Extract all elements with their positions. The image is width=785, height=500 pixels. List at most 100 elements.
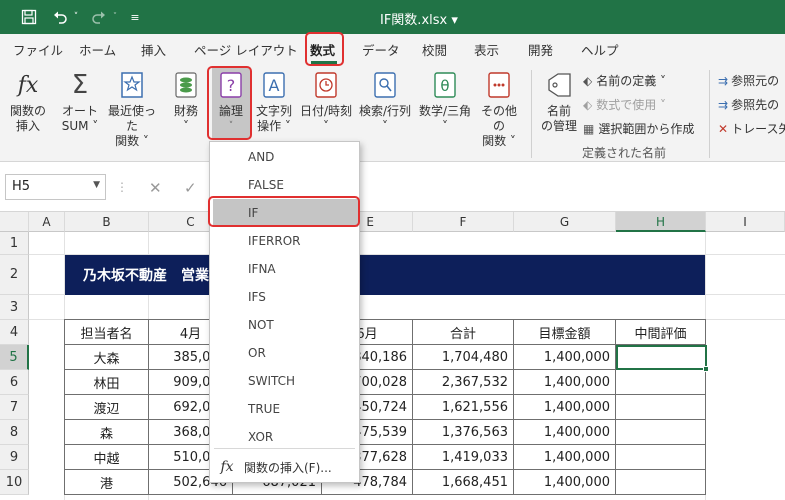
row-header[interactable]: 9 xyxy=(0,445,29,470)
table-cell[interactable]: 1,376,563 xyxy=(412,419,514,445)
row-header[interactable]: 2 xyxy=(0,255,29,295)
row-header[interactable]: 3 xyxy=(0,295,29,320)
math-trig-button[interactable]: θ 数学/三角 ˅ xyxy=(416,68,474,134)
table-cell[interactable]: 1,400,000 xyxy=(513,419,616,445)
row-header[interactable]: 8 xyxy=(0,420,29,445)
column-header[interactable]: G xyxy=(514,212,616,232)
text-functions-button[interactable]: A 文字列 操作 ˅ xyxy=(254,68,294,134)
worksheet-grid[interactable]: A B C D E F G H I 1 2 3 4 5 6 7 8 9 10 乃… xyxy=(0,212,785,500)
table-cell[interactable]: 森 xyxy=(64,419,149,445)
table-header-cell[interactable]: 目標金額 xyxy=(513,319,616,345)
chevron-down-icon[interactable]: ▼ xyxy=(93,180,100,190)
table-header-cell[interactable]: 担当者名 xyxy=(64,319,149,345)
tab-review[interactable]: 校閲 xyxy=(422,40,447,59)
define-name-button[interactable]: ⬖ 名前の定義 ˅ xyxy=(583,72,666,89)
row-header[interactable]: 4 xyxy=(0,320,29,345)
column-header-selected[interactable]: H xyxy=(616,212,706,232)
table-cell[interactable]: 1,400,000 xyxy=(513,394,616,420)
menu-item-xor[interactable]: XOR xyxy=(210,423,359,451)
name-manager-button[interactable]: 名前 の管理 xyxy=(538,68,580,134)
table-cell[interactable]: 1,400,000 xyxy=(513,444,616,470)
row-header[interactable]: 10 xyxy=(0,470,29,495)
menu-item-ifs[interactable]: IFS xyxy=(210,283,359,311)
table-cell[interactable]: 1,400,000 xyxy=(513,369,616,395)
menu-item-if[interactable]: IF xyxy=(213,199,358,227)
tab-page-layout[interactable]: ページ レイアウト xyxy=(194,40,298,59)
tab-developer[interactable]: 開発 xyxy=(528,40,553,59)
menu-item-not[interactable]: NOT xyxy=(210,311,359,339)
table-cell[interactable]: 渡辺 xyxy=(64,394,149,420)
recently-used-button[interactable]: 最近使った 関数 ˅ xyxy=(104,68,160,149)
trace-precedents-button[interactable]: ⇉ 参照元の xyxy=(718,72,779,89)
table-cell[interactable]: 1,400,000 xyxy=(513,469,616,495)
menu-separator xyxy=(214,448,355,449)
table-cell[interactable]: 1,621,556 xyxy=(412,394,514,420)
menu-item-switch[interactable]: SWITCH xyxy=(210,367,359,395)
table-cell[interactable]: 1,704,480 xyxy=(412,344,514,370)
column-header[interactable]: F xyxy=(413,212,514,232)
undo-dropdown-icon[interactable]: ˅ xyxy=(71,8,81,26)
table-cell[interactable] xyxy=(615,469,706,495)
table-cell[interactable]: 1,668,451 xyxy=(412,469,514,495)
tab-formulas[interactable]: 数式 xyxy=(310,40,335,59)
menu-item-and[interactable]: AND xyxy=(210,143,359,171)
undo-icon[interactable] xyxy=(50,8,70,26)
customize-quick-access-icon[interactable]: ≡ xyxy=(128,8,142,26)
column-header[interactable]: I xyxy=(706,212,785,232)
fx-icon: fx xyxy=(17,72,39,98)
redo-icon[interactable] xyxy=(89,8,109,26)
row-header[interactable]: 1 xyxy=(0,232,29,255)
use-in-formula-button[interactable]: ⬖ 数式で使用 ˅ xyxy=(583,96,666,113)
table-cell[interactable] xyxy=(615,419,706,445)
cancel-icon[interactable]: ✕ xyxy=(149,179,162,197)
menu-item-true[interactable]: TRUE xyxy=(210,395,359,423)
tab-data[interactable]: データ xyxy=(362,40,400,59)
tab-insert[interactable]: 挿入 xyxy=(141,40,166,59)
menu-item-ifna[interactable]: IFNA xyxy=(210,255,359,283)
insert-function-button[interactable]: fx 関数の 挿入 xyxy=(6,68,50,134)
trace-dependents-button[interactable]: ⇉ 参照先の xyxy=(718,96,779,113)
row-header[interactable]: 6 xyxy=(0,370,29,395)
menu-item-false[interactable]: FALSE xyxy=(210,171,359,199)
menu-item-or[interactable]: OR xyxy=(210,339,359,367)
table-cell[interactable]: 港 xyxy=(64,469,149,495)
menu-item-insert-function[interactable]: fx 関数の挿入(F)... xyxy=(210,454,359,480)
logical-button[interactable]: ? 論理 ˅ xyxy=(212,68,250,138)
tab-help[interactable]: ヘルプ xyxy=(581,40,619,59)
table-cell[interactable]: 1,419,033 xyxy=(412,444,514,470)
menu-item-iferror[interactable]: IFERROR xyxy=(210,227,359,255)
row-header-selected[interactable]: 5 xyxy=(0,345,29,370)
column-header[interactable]: B xyxy=(65,212,149,232)
sheet-title-banner[interactable]: 乃木坂不動産 営業成績確認シート xyxy=(65,255,705,295)
insert-function-label: 関数の 挿入 xyxy=(9,104,46,133)
financial-button[interactable]: 財務 ˅ xyxy=(168,68,204,134)
table-cell[interactable] xyxy=(615,444,706,470)
remove-arrows-button[interactable]: ✕ トレース矢 xyxy=(718,120,785,137)
date-time-button[interactable]: 日付/時刻 ˅ xyxy=(298,68,354,134)
table-cell[interactable]: 2,367,532 xyxy=(412,369,514,395)
tab-file[interactable]: ファイル xyxy=(13,40,63,59)
active-cell-h5[interactable] xyxy=(616,345,709,372)
create-from-selection-button[interactable]: ▦ 選択範囲から作成 xyxy=(583,120,694,137)
enter-icon[interactable]: ✓ xyxy=(184,179,197,197)
save-icon[interactable] xyxy=(19,8,39,26)
tab-home[interactable]: ホーム xyxy=(79,40,116,59)
table-cell[interactable]: 中越 xyxy=(64,444,149,470)
tab-view[interactable]: 表示 xyxy=(474,40,499,59)
table-cell[interactable]: 林田 xyxy=(64,369,149,395)
lookup-reference-button[interactable]: 検索/行列 ˅ xyxy=(356,68,414,134)
row-header[interactable]: 7 xyxy=(0,395,29,420)
column-header[interactable]: A xyxy=(29,212,65,232)
more-functions-button[interactable]: その他の 関数 ˅ xyxy=(476,68,522,149)
fill-handle[interactable] xyxy=(703,366,709,372)
table-cell[interactable] xyxy=(615,394,706,420)
select-all-corner[interactable] xyxy=(0,212,29,232)
redo-dropdown-icon[interactable]: ˅ xyxy=(110,8,120,26)
table-cell[interactable] xyxy=(615,369,706,395)
table-cell[interactable]: 1,400,000 xyxy=(513,344,616,370)
table-header-cell[interactable]: 中間評価 xyxy=(615,319,706,345)
table-cell[interactable]: 大森 xyxy=(64,344,149,370)
table-header-cell[interactable]: 合計 xyxy=(412,319,514,345)
name-box[interactable]: H5 ▼ xyxy=(5,174,106,200)
autosum-button[interactable]: Σ オート SUM ˅ xyxy=(58,68,102,134)
